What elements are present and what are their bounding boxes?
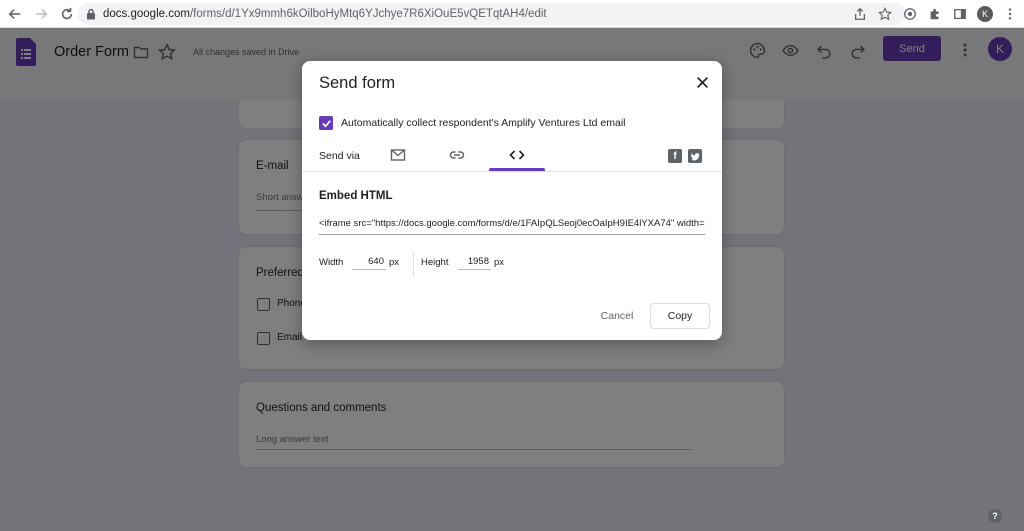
tab-link[interactable] [447,145,467,165]
code-icon [509,150,525,160]
close-button[interactable] [692,72,712,92]
reload-button[interactable] [56,3,78,25]
share-icon [854,7,866,20]
side-panel-button[interactable] [949,3,971,25]
embed-code-field[interactable]: <iframe src="https://docs.google.com/for… [319,218,705,235]
embed-html-title: Embed HTML [319,190,393,202]
arrow-left-icon [8,8,21,19]
browser-actions: K [849,3,1024,25]
send-form-dialog: Send form Automatically collect responde… [302,61,722,340]
twitter-bird-icon [690,152,700,160]
tab-divider [302,171,722,172]
height-input[interactable]: 1958 [458,254,491,270]
chrome-extension-icon [904,8,916,20]
profile-avatar: K [977,6,993,22]
address-bar[interactable]: docs.google.com/forms/d/1Yx9mmh6kOilboHy… [78,3,906,25]
checkmark-icon [321,119,331,127]
bookmark-button[interactable] [874,3,896,25]
url-path: /forms/d/1Yx9mmh6kOilboHyMtq6YJchye7R6Xi… [189,8,547,20]
puzzle-icon [930,8,939,20]
tab-embed[interactable] [507,145,527,165]
star-icon [878,7,892,21]
copy-button[interactable]: Copy [650,303,710,329]
browser-toolbar: docs.google.com/forms/d/1Yx9mmh6kOilboHy… [0,0,1024,28]
collect-email-label: Automatically collect respondent's Ampli… [341,117,626,129]
cancel-button[interactable]: Cancel [592,306,642,326]
back-button[interactable] [4,3,26,25]
share-button[interactable] [849,3,871,25]
profile-button[interactable]: K [974,3,996,25]
close-icon [696,76,708,88]
lock-icon [87,8,95,20]
link-icon [449,151,465,159]
dialog-title: Send form [319,74,396,92]
width-unit: px [389,257,400,268]
width-label: Width [319,257,344,268]
side-panel-icon [954,8,966,20]
more-vert-icon [1008,8,1012,20]
mail-icon [390,149,406,161]
height-label: Height [421,257,449,268]
forward-button[interactable] [30,3,52,25]
extension-button[interactable] [899,3,921,25]
tab-email[interactable] [388,145,408,165]
collect-email-checkbox[interactable] [319,116,333,130]
facebook-share-icon[interactable]: f [668,149,682,163]
url-host: docs.google.com [103,8,190,20]
twitter-share-icon[interactable] [688,149,702,163]
browser-menu-button[interactable] [999,3,1021,25]
height-unit: px [494,257,505,268]
dimension-separator [413,252,414,277]
send-via-label: Send via [319,150,360,162]
arrow-right-icon [35,8,48,19]
reload-icon [61,7,73,19]
width-input[interactable]: 640 [352,254,386,270]
help-button[interactable]: ? [988,509,1002,523]
extensions-button[interactable] [924,3,946,25]
